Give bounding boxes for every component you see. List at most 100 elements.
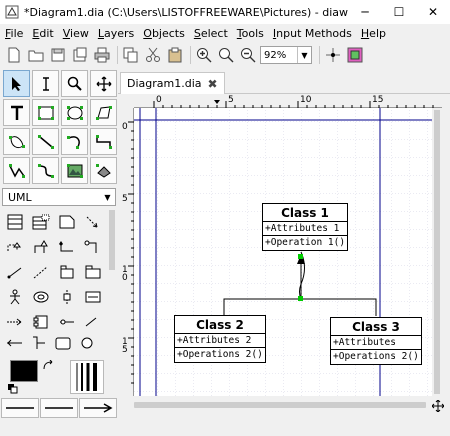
ruler-label-v10: 1 0 <box>122 265 128 283</box>
line-width-selector[interactable] <box>70 360 104 394</box>
close-button[interactable]: ✕ <box>416 0 450 24</box>
canvas-area: 0 5 10 15 0 5 1 0 1 5 Class 1 +Attribute… <box>120 95 450 436</box>
modify-tool[interactable] <box>3 70 30 97</box>
minimize-button[interactable]: ─ <box>348 0 382 24</box>
chevron-down-icon: ▼ <box>104 192 111 202</box>
navigation-move-icon[interactable] <box>432 400 444 412</box>
class-1-attribute: +Attributes 1 <box>263 222 347 236</box>
maximize-button[interactable]: ☐ <box>382 0 416 24</box>
zoom-fit-button[interactable] <box>216 45 236 65</box>
line-tool[interactable] <box>32 128 59 155</box>
uml-constraint-shape[interactable] <box>3 260 27 284</box>
menu-objects[interactable]: Objects <box>143 27 185 40</box>
toolbar-separator <box>190 46 191 64</box>
outline-tool[interactable] <box>90 157 117 184</box>
uml-lifeline-shape[interactable] <box>55 285 79 309</box>
uml-generalization-shape[interactable] <box>29 235 53 259</box>
menu-view[interactable]: View <box>63 27 89 40</box>
start-arrow-button[interactable] <box>1 398 39 418</box>
uml-realizes-shape[interactable] <box>3 235 27 259</box>
uml-association-shape[interactable] <box>55 235 79 259</box>
uml-template-class-shape[interactable] <box>29 210 53 234</box>
scroll-tool[interactable] <box>90 70 117 97</box>
copy-button[interactable] <box>121 45 141 65</box>
zoom-in-icon <box>197 48 212 63</box>
canvas-vscroll-thumb[interactable] <box>434 110 440 394</box>
menu-file[interactable]: File <box>5 27 23 40</box>
diagram-canvas[interactable]: Class 1 +Attributes 1 +Operation 1() Cla… <box>134 108 436 396</box>
paste-button[interactable] <box>165 45 185 65</box>
zoom-in-button[interactable] <box>194 45 214 65</box>
uml-dependency-shape[interactable] <box>81 210 105 234</box>
open-file-button[interactable] <box>26 45 46 65</box>
canvas-hscroll-thumb[interactable] <box>134 402 426 408</box>
save-as-button[interactable] <box>70 45 90 65</box>
beziergon-tool[interactable] <box>3 128 30 155</box>
zoom-select[interactable]: 92% ▼ <box>260 46 312 64</box>
uml-class-shape[interactable] <box>3 210 27 234</box>
ruler-label-v5: 5 <box>122 194 128 204</box>
uml-branch-shape[interactable] <box>3 331 27 355</box>
uml-large-package-icon <box>60 265 74 279</box>
print-button[interactable] <box>92 45 112 65</box>
toolbox-scroll-thumb[interactable] <box>109 210 115 270</box>
object-snapping-button[interactable] <box>345 45 365 65</box>
menu-input-methods[interactable]: Input Methods <box>273 27 352 40</box>
menu-select[interactable]: Select <box>194 27 228 40</box>
uml-initial-state-shape[interactable] <box>75 331 99 355</box>
bezierline-tool[interactable] <box>32 157 59 184</box>
line-style-button[interactable] <box>40 398 78 418</box>
text-edit-tool[interactable] <box>32 70 59 97</box>
snap-to-grid-button[interactable] <box>323 45 343 65</box>
text-t-icon <box>10 105 23 120</box>
new-file-button[interactable] <box>4 45 24 65</box>
beziergon-icon <box>8 135 25 148</box>
uml-actor-shape[interactable] <box>3 285 27 309</box>
arc-tool[interactable] <box>61 128 88 155</box>
magnify-tool[interactable] <box>61 70 88 97</box>
menu-edit[interactable]: Edit <box>32 27 53 40</box>
canvas-horizontal-scrollbar[interactable] <box>120 400 442 410</box>
polygon-icon <box>95 105 112 120</box>
sheet-selector[interactable]: UML ▼ <box>2 188 116 206</box>
uml-usecase-icon <box>33 291 49 303</box>
polygon-tool[interactable] <box>90 99 117 126</box>
zigzag-tool[interactable] <box>90 128 117 155</box>
uml-package-icon <box>85 265 101 279</box>
zoom-out-button[interactable] <box>238 45 258 65</box>
canvas-vertical-scrollbar[interactable] <box>432 108 442 398</box>
uml-object-shape[interactable] <box>81 285 105 309</box>
ellipse-tool[interactable] <box>61 99 88 126</box>
default-colors-icon[interactable] <box>8 384 18 394</box>
uml-class-2[interactable]: Class 2 +Attributes 2 +Operations 2() <box>174 315 266 363</box>
menu-tools[interactable]: Tools <box>237 27 264 40</box>
ellipse-icon <box>66 105 83 120</box>
uml-class-1[interactable]: Class 1 +Attributes 1 +Operation 1() <box>262 203 348 251</box>
uml-usecase-shape[interactable] <box>29 285 53 309</box>
image-tool[interactable] <box>61 157 88 184</box>
end-arrow-button[interactable] <box>79 398 117 418</box>
save-button[interactable] <box>48 45 68 65</box>
toolbox-scrollbar[interactable] <box>108 210 116 358</box>
toolbar-separator <box>319 46 320 64</box>
polyline-tool[interactable] <box>3 157 30 184</box>
uml-large-package-shape[interactable] <box>55 260 79 284</box>
cut-button[interactable] <box>143 45 163 65</box>
menu-help[interactable]: Help <box>361 27 386 40</box>
swap-colors-icon[interactable] <box>42 360 54 372</box>
uml-fork-shape[interactable] <box>27 331 51 355</box>
uml-package-shape[interactable] <box>81 260 105 284</box>
menu-layers[interactable]: Layers <box>98 27 134 40</box>
text-tool[interactable] <box>3 99 30 126</box>
color-selector[interactable] <box>8 360 58 394</box>
uml-small-package-shape[interactable] <box>29 260 53 284</box>
uml-state-shape[interactable] <box>51 331 75 355</box>
foreground-color-swatch[interactable] <box>10 360 38 382</box>
uml-note-shape[interactable] <box>55 210 79 234</box>
class-2-name: Class 2 <box>175 316 265 334</box>
uml-implements-shape[interactable] <box>81 235 105 259</box>
tab-diagram1[interactable]: Diagram1.dia ✖ <box>120 72 225 94</box>
close-tab-icon[interactable]: ✖ <box>208 77 218 91</box>
uml-class-3[interactable]: Class 3 +Attributes +Operations 2() <box>330 317 422 365</box>
box-tool[interactable] <box>32 99 59 126</box>
